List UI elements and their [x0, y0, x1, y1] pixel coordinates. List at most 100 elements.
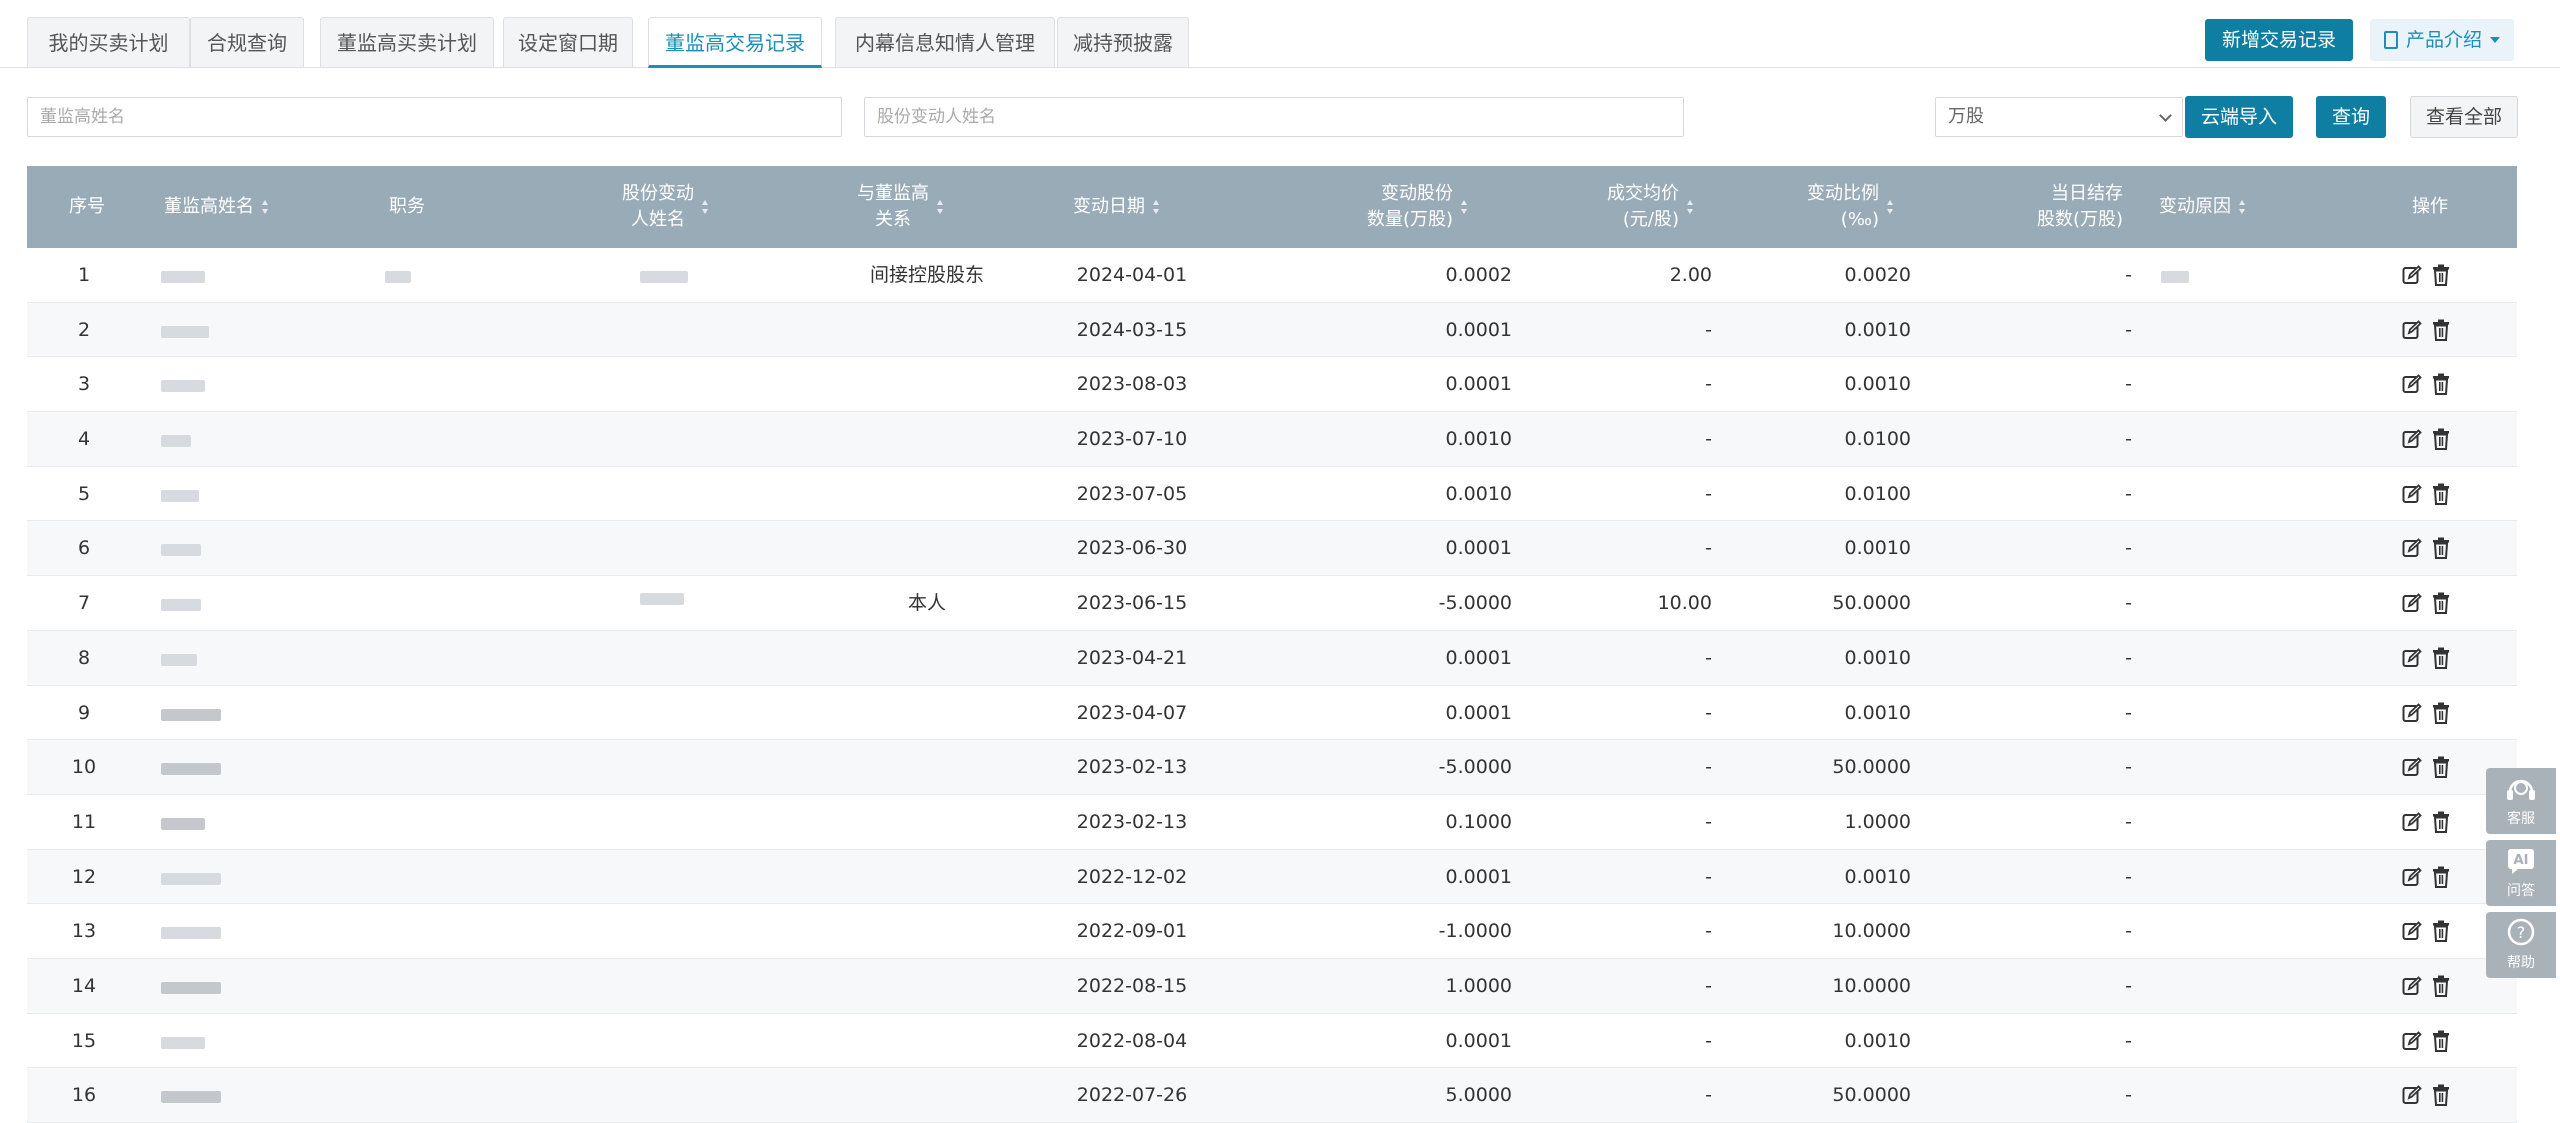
col-ratio[interactable]: 变动比例 (‰) — [1807, 166, 1893, 248]
sort-icon[interactable] — [1461, 200, 1468, 214]
col-reason[interactable]: 变动原因 — [2159, 166, 2245, 248]
delete-icon[interactable] — [2432, 537, 2450, 560]
help-widget[interactable]: ? 帮助 — [2486, 912, 2556, 978]
product-intro-button[interactable]: 产品介绍 — [2370, 19, 2514, 61]
tab-disclosure[interactable]: 减持预披露 — [1057, 17, 1189, 67]
tab-exec-plan[interactable]: 董监高买卖计划 — [320, 17, 494, 67]
row-index: 10 — [71, 756, 97, 779]
row-actions — [2402, 974, 2462, 998]
delete-icon[interactable] — [2432, 1084, 2450, 1107]
customer-service-widget[interactable]: 客服 — [2486, 768, 2556, 834]
add-record-button[interactable]: 新增交易记录 — [2205, 19, 2353, 61]
col-changer-name[interactable]: 股份变动 人姓名 — [622, 166, 708, 248]
row-actions — [2402, 1029, 2462, 1053]
row-price: - — [1705, 701, 1712, 724]
delete-icon[interactable] — [2432, 264, 2450, 286]
delete-icon[interactable] — [2432, 319, 2450, 341]
delete-icon[interactable] — [2432, 975, 2450, 997]
edit-icon[interactable] — [2402, 757, 2422, 777]
edit-icon[interactable] — [2402, 648, 2422, 668]
delete-icon[interactable] — [2432, 373, 2450, 396]
delete-icon[interactable] — [2432, 702, 2450, 724]
delete-icon[interactable] — [2432, 647, 2450, 669]
row-relation — [807, 357, 1047, 411]
ai-qa-widget[interactable]: AI 问答 — [2486, 840, 2556, 906]
view-all-button[interactable]: 查看全部 — [2410, 96, 2518, 138]
row-ratio: 0.0100 — [1844, 428, 1911, 451]
row-balance: - — [2125, 592, 2132, 615]
headset-icon — [2507, 779, 2535, 800]
exec-name-input[interactable]: 董监高姓名 — [27, 97, 842, 137]
delete-icon[interactable] — [2432, 428, 2450, 451]
tab-my-plan[interactable]: 我的买卖计划 — [27, 17, 190, 67]
sort-icon[interactable] — [1153, 200, 1159, 214]
row-date: 2023-04-07 — [1076, 701, 1188, 724]
row-relation — [807, 850, 1047, 904]
unit-select[interactable]: 万股 — [1935, 97, 2183, 137]
changer-name-input[interactable]: 股份变动人姓名 — [864, 97, 1684, 137]
edit-icon[interactable] — [2402, 1085, 2422, 1105]
product-intro-label: 产品介绍 — [2406, 29, 2483, 51]
table-row: 3 2023-08-03 0.0001 - 0.0010 - — [27, 357, 2517, 413]
redacted-exec-name — [161, 544, 201, 557]
redacted-changer-name — [640, 593, 684, 606]
edit-icon[interactable] — [2402, 429, 2422, 449]
redacted-exec-name — [161, 927, 221, 940]
edit-icon[interactable] — [2402, 483, 2422, 504]
delete-icon[interactable] — [2432, 483, 2450, 505]
col-price[interactable]: 成交均价 (元/股) — [1607, 166, 1693, 248]
delete-icon[interactable] — [2432, 1030, 2450, 1052]
sort-icon[interactable] — [937, 200, 943, 214]
sort-icon[interactable] — [262, 200, 268, 214]
delete-icon[interactable] — [2432, 756, 2450, 779]
cloud-import-button[interactable]: 云端导入 — [2185, 96, 2293, 138]
table-row: 9 2023-04-07 0.0001 - 0.0010 - — [27, 686, 2517, 741]
col-exec-name[interactable]: 董监高姓名 — [164, 166, 268, 248]
edit-icon[interactable] — [2402, 265, 2422, 285]
row-ratio: 0.0010 — [1844, 1029, 1911, 1052]
col-qty[interactable]: 变动股份 数量(万股) — [1367, 166, 1468, 248]
edit-icon[interactable] — [2402, 866, 2422, 887]
row-index: 5 — [77, 482, 91, 505]
redacted-exec-name — [161, 708, 221, 721]
delete-icon[interactable] — [2432, 811, 2450, 833]
row-quantity: 0.0001 — [1445, 701, 1512, 724]
delete-icon[interactable] — [2432, 920, 2450, 943]
row-date: 2022-09-01 — [1076, 920, 1188, 943]
edit-icon[interactable] — [2402, 976, 2422, 996]
query-button[interactable]: 查询 — [2316, 96, 2386, 138]
edit-icon[interactable] — [2402, 374, 2422, 394]
row-relation — [807, 521, 1047, 575]
row-price: - — [1705, 537, 1712, 560]
svg-text:?: ? — [2517, 923, 2526, 942]
sort-icon[interactable] — [1687, 200, 1693, 214]
edit-icon[interactable] — [2402, 1030, 2422, 1051]
sort-icon[interactable] — [702, 200, 708, 214]
edit-icon[interactable] — [2402, 538, 2422, 558]
col-date[interactable]: 变动日期 — [1073, 166, 1159, 248]
row-index: 12 — [71, 865, 97, 888]
sort-icon[interactable] — [1887, 200, 1893, 214]
row-ratio: 0.0020 — [1844, 264, 1911, 286]
edit-icon[interactable] — [2402, 319, 2422, 340]
tab-insider[interactable]: 内幕信息知情人管理 — [835, 17, 1055, 67]
row-price: 10.00 — [1657, 592, 1712, 615]
delete-icon[interactable] — [2432, 866, 2450, 888]
edit-icon[interactable] — [2402, 702, 2422, 723]
row-balance: - — [2125, 1084, 2132, 1107]
tab-compliance[interactable]: 合规查询 — [190, 17, 304, 67]
edit-icon[interactable] — [2402, 812, 2422, 832]
delete-icon[interactable] — [2432, 592, 2450, 615]
edit-icon[interactable] — [2402, 593, 2422, 613]
tab-trade-records[interactable]: 董监高交易记录 — [648, 17, 822, 68]
col-relation[interactable]: 与董监高 关系 — [857, 166, 943, 248]
table-row: 15 2022-08-04 0.0001 - 0.0010 - — [27, 1014, 2517, 1069]
sort-icon[interactable] — [2239, 200, 2245, 214]
row-actions — [2402, 1083, 2462, 1107]
row-date: 2022-08-15 — [1076, 974, 1188, 997]
row-price: - — [1705, 756, 1712, 779]
tab-window[interactable]: 设定窗口期 — [503, 17, 633, 67]
table-row: 16 2022-07-26 5.0000 - 50.0000 - — [27, 1068, 2517, 1123]
edit-icon[interactable] — [2402, 921, 2422, 941]
row-relation — [807, 959, 1047, 1013]
